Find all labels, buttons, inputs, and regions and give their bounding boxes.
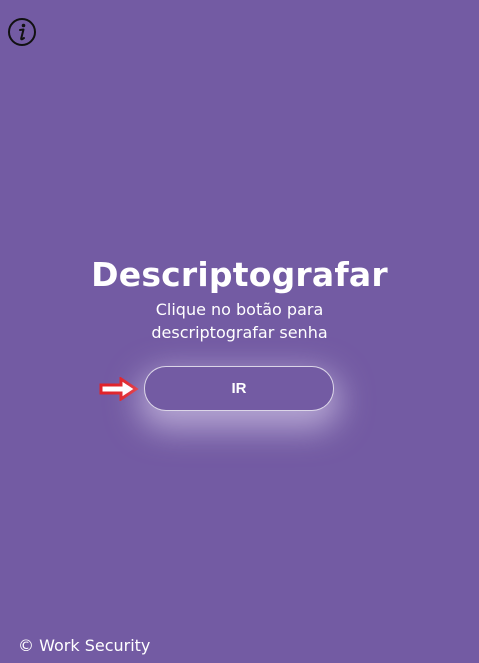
subtitle-line-1: Clique no botão para (155, 300, 324, 319)
info-icon (7, 17, 37, 47)
page-title: Descriptografar (91, 255, 388, 294)
footer-copyright: © Work Security (18, 636, 151, 655)
subtitle-line-2: descriptografar senha (151, 323, 328, 342)
decrypt-panel: Descriptografar Clique no botão para des… (0, 252, 479, 344)
go-button[interactable]: IR (144, 366, 334, 411)
arrow-right-icon (99, 377, 139, 401)
info-button[interactable] (8, 18, 36, 46)
subtitle: Clique no botão para descriptografar sen… (130, 298, 350, 344)
action-row: IR (0, 366, 479, 412)
